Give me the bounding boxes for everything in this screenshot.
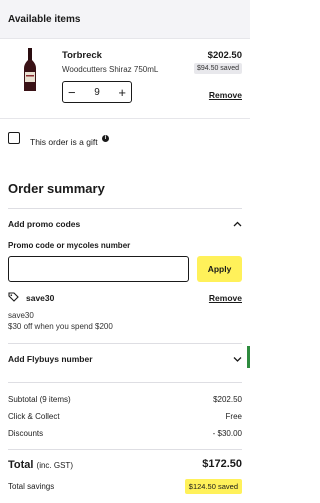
- promo-description: $30 off when you spend $200: [8, 322, 113, 331]
- feedback-tab-edge[interactable]: [247, 346, 250, 368]
- chevron-down-icon[interactable]: [233, 356, 242, 362]
- divider: [8, 449, 242, 450]
- divider: [8, 382, 242, 383]
- total-gst-note: (inc. GST): [36, 461, 73, 470]
- discounts-label: Discounts: [8, 429, 44, 438]
- promo-code-input[interactable]: [8, 256, 189, 282]
- discounts-row: Discounts - $30.00: [8, 429, 242, 438]
- tag-icon: [8, 292, 19, 302]
- promo-description-code: save30: [8, 311, 34, 320]
- wine-bottle-icon: [24, 48, 36, 91]
- info-icon[interactable]: i: [102, 135, 109, 142]
- click-collect-value: Free: [225, 412, 242, 421]
- remove-item-link[interactable]: Remove: [209, 90, 242, 100]
- click-collect-label: Click & Collect: [8, 412, 60, 421]
- quantity-value[interactable]: 9: [94, 87, 100, 98]
- item-subtitle: Woodcutters Shiraz 750mL: [62, 65, 159, 74]
- item-title: Torbreck: [62, 50, 102, 61]
- flybuys-section-toggle[interactable]: Add Flybuys number: [8, 354, 93, 364]
- total-label: Total (inc. GST): [8, 459, 73, 471]
- total-value: $172.50: [202, 458, 242, 470]
- remove-promo-link[interactable]: Remove: [209, 293, 242, 303]
- total-label-text: Total: [8, 459, 34, 471]
- subtotal-row: Subtotal (9 items) $202.50: [8, 395, 242, 404]
- gift-label: This order is a gift: [30, 137, 98, 147]
- chevron-up-icon[interactable]: [233, 221, 242, 227]
- order-summary: Order summary Add promo codes Promo code…: [0, 166, 250, 503]
- divider: [8, 208, 242, 209]
- gift-checkbox[interactable]: [8, 132, 20, 144]
- available-items-heading: Available items: [8, 14, 81, 25]
- divider: [8, 343, 242, 344]
- click-collect-row: Click & Collect Free: [8, 412, 242, 421]
- total-savings-badge: $124.50 saved: [184, 479, 242, 494]
- gift-option-row: This order is a gift i: [0, 118, 250, 159]
- plus-icon[interactable]: +: [118, 86, 126, 99]
- item-price: $202.50: [207, 50, 242, 61]
- order-summary-title: Order summary: [8, 181, 105, 196]
- cart-item: Torbreck Woodcutters Shiraz 750mL $202.5…: [0, 38, 250, 118]
- minus-icon[interactable]: −: [68, 86, 76, 99]
- promo-field-label: Promo code or mycoles number: [8, 241, 131, 250]
- promo-section-toggle[interactable]: Add promo codes: [8, 219, 80, 229]
- total-savings-label: Total savings: [8, 482, 55, 491]
- item-saved-badge: $94.50 saved: [193, 63, 242, 74]
- subtotal-label: Subtotal (9 items): [8, 395, 71, 404]
- apply-promo-button[interactable]: Apply: [197, 256, 242, 282]
- subtotal-value: $202.50: [213, 395, 242, 404]
- available-items-section: Available items Torbreck Woodcutters Shi…: [0, 0, 250, 159]
- quantity-stepper: − 9 +: [62, 81, 132, 103]
- applied-promo-code: save30: [26, 293, 55, 303]
- discounts-value: - $30.00: [212, 429, 242, 438]
